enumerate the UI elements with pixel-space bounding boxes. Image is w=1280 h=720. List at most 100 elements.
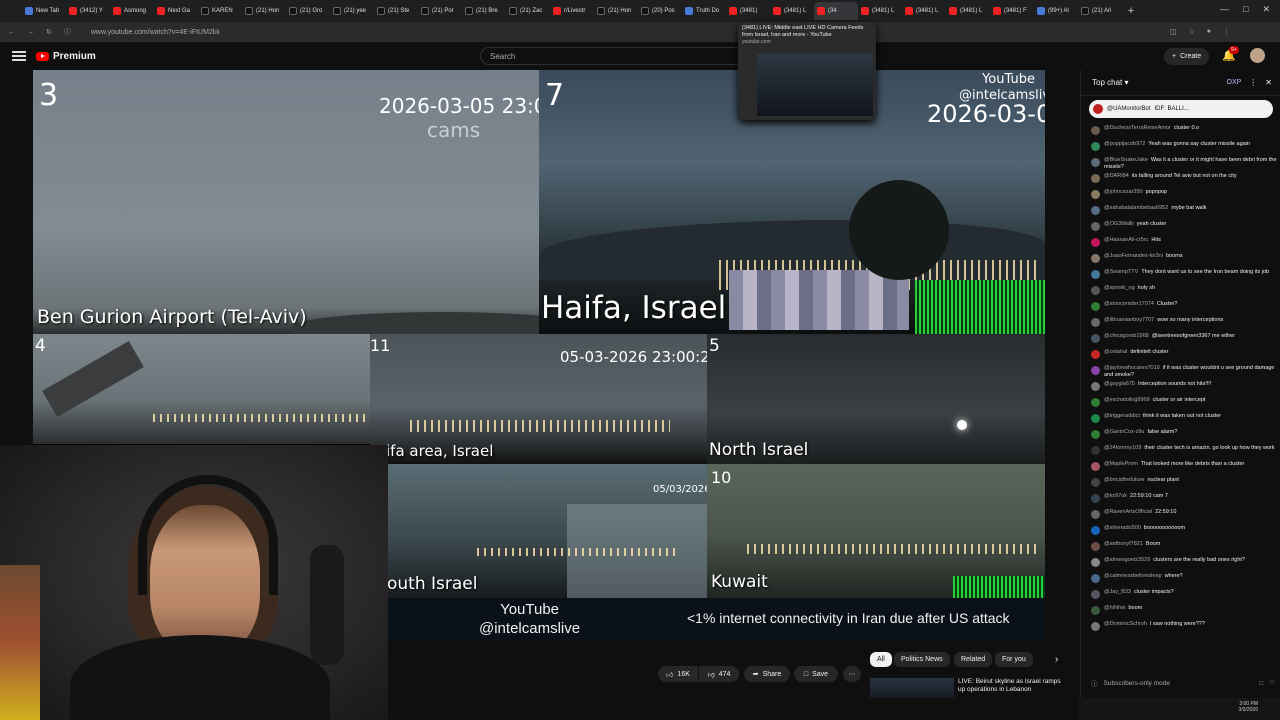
chat-author[interactable]: @calmnessbeforesleep [1104,573,1162,579]
browser-menu-icon[interactable]: ⋮ [1223,28,1230,36]
chat-author[interactable]: @GavinCox-z9u [1104,429,1144,435]
extensions-icon[interactable]: ◫ [1170,28,1177,36]
chat-message[interactable]: @DuchessTerraReiseAmor cluster 0.o [1091,125,1277,141]
close-window-icon[interactable]: ✕ [1262,4,1270,15]
chips-next-icon[interactable]: › [1055,654,1058,665]
chat-message[interactable]: @sahabatalambebas6952 mybe bat walk [1091,205,1277,221]
browser-tab[interactable]: Asmong [110,2,154,20]
top-chat-dropdown[interactable]: Top chat ▾ [1092,78,1129,87]
chat-message[interactable]: @GavinCox-z9u false alarm? [1091,429,1277,445]
chip-all[interactable]: All [870,652,892,667]
chat-message[interactable]: @silverado500 booooooooooom [1091,525,1277,541]
chat-message[interactable]: @triggeraddict think it was taken out not… [1091,413,1277,429]
chat-author[interactable]: @SwampTTV [1104,269,1138,275]
chat-author[interactable]: @eschatollog9968 [1104,397,1150,403]
chat-message[interactable]: @BlueSnakeJake Was it a cluster or it mig… [1091,157,1277,173]
chat-avatar[interactable] [1091,302,1100,311]
related-title[interactable]: LIVE: Beirut skyline as Israel ramps up … [958,678,1063,694]
browser-tab[interactable]: (21) Bre [462,2,506,20]
chat-message[interactable]: @calmnessbeforesleep where? [1091,573,1277,589]
close-chat-icon[interactable]: ✕ [1265,78,1272,87]
chat-avatar[interactable] [1091,174,1100,183]
chat-author[interactable]: @lithuanianboy7707 [1104,317,1154,323]
chat-author[interactable]: @guygla675 [1104,381,1135,387]
chat-author[interactable]: @hihihei [1104,605,1125,611]
chat-author[interactable]: @BlueSnakeJake [1104,157,1148,163]
browser-tab[interactable]: (3481) L [770,2,814,20]
chat-avatar[interactable] [1091,270,1100,279]
channel-points[interactable]: OXP [1227,79,1242,86]
chat-message[interactable]: @cetahal definitelt cluster [1091,349,1277,365]
chip-politics-news[interactable]: Politics News [894,652,950,667]
chat-author[interactable]: @Jay_B33 [1104,589,1131,595]
reload-icon[interactable]: ↻ [46,28,52,36]
chat-message[interactable]: @hihihei boom [1091,605,1277,621]
bookmark-icon[interactable]: ☆ [1188,28,1194,36]
chat-avatar[interactable] [1091,542,1100,551]
chat-avatar[interactable] [1091,206,1100,215]
chat-message[interactable]: @anthonyf7821 Boom [1091,541,1277,557]
share-button[interactable]: ➦ Share [744,666,790,682]
chat-avatar[interactable] [1091,446,1100,455]
chat-message[interactable]: @johncezar350 popopop [1091,189,1277,205]
chat-avatar[interactable] [1091,526,1100,535]
browser-tab[interactable]: New Tab [22,2,66,20]
chat-author[interactable]: @DuchessTerraReiseAmor [1104,125,1171,131]
chat-author[interactable]: @JoaoFernandes-kn3rv [1104,253,1163,259]
chat-avatar[interactable] [1091,622,1100,631]
chat-avatar[interactable] [1091,142,1100,151]
url-field[interactable]: www.youtube.com/watch?v=4E-iFtUM2kk [91,29,220,36]
browser-tab[interactable]: Truth Do [682,2,726,20]
chat-message[interactable]: @eschatollog9968 cluster or air intercept [1091,397,1277,413]
forward-icon[interactable]: → [27,29,34,36]
browser-tab[interactable]: (34 [814,2,858,20]
chat-author[interactable]: @MapleProm [1104,461,1138,467]
related-video[interactable]: LIVE: Beirut skyline as Israel ramps up … [870,678,1070,698]
chat-author[interactable]: @anthonyf7821 [1104,541,1143,547]
site-info-icon[interactable]: ⓘ [64,27,71,37]
chat-avatar[interactable] [1091,558,1100,567]
chat-input[interactable]: Subscribers-only mode [1104,680,1170,687]
youtube-logo[interactable]: Premium [36,51,96,62]
emoji-icon[interactable]: □ [1259,680,1263,687]
chat-message[interactable]: @Jay_B33 cluster impacts? [1091,589,1277,605]
chat-author[interactable]: @triggeraddict [1104,413,1140,419]
profile-icon[interactable]: ● [1207,28,1211,36]
like-button[interactable]: 👍︎ 16K [658,666,698,682]
browser-tab[interactable]: (21) Gro [286,2,330,20]
chat-message[interactable]: @poppijacob972 Yeah was gonna say cluster… [1091,141,1277,157]
hamburger-menu-icon[interactable] [12,51,26,61]
pinned-message[interactable]: @UAMonitorBot IDF: BALLI... [1089,100,1273,118]
account-avatar[interactable] [1250,48,1265,63]
chat-author[interactable]: @chicagorob1968 [1104,333,1149,339]
info-icon[interactable]: ⓘ [1091,678,1098,688]
maximize-icon[interactable]: □ [1243,4,1248,15]
chat-message[interactable]: @jaylonwhocares7019 if it was cluster wou… [1091,365,1277,381]
browser-tab[interactable]: (3481) L [902,2,946,20]
browser-tab[interactable]: (21) Zac [506,2,550,20]
chat-message[interactable]: @lithuanianboy7707 wow so many intercepti… [1091,317,1277,333]
chat-avatar[interactable] [1091,318,1100,327]
chat-author[interactable]: @OG3Mallii [1104,221,1134,227]
browser-tab[interactable]: KAREN [198,2,242,20]
chat-message[interactable]: @MapleProm That looked more like debris t… [1091,461,1277,477]
chat-menu-icon[interactable]: ⋮ [1249,78,1257,87]
browser-tab[interactable]: (21) Hon [242,2,286,20]
browser-tab[interactable]: (21) Hon [594,2,638,20]
chat-avatar[interactable] [1091,510,1100,519]
chat-avatar[interactable] [1091,430,1100,439]
chat-avatar[interactable] [1091,350,1100,359]
chat-author[interactable]: @almeegoetz3529 [1104,557,1150,563]
browser-tab[interactable]: (3481) [726,2,770,20]
chat-author[interactable]: @cetahal [1104,349,1127,355]
browser-tab[interactable]: (20) Pos [638,2,682,20]
chat-message[interactable]: @DARI84 its falling around Tel aviv but n… [1091,173,1277,189]
chat-avatar[interactable] [1091,590,1100,599]
chat-message[interactable]: @SwampTTV They dont want us to see the Ir… [1091,269,1277,285]
browser-tab[interactable]: (21) Ste [374,2,418,20]
chat-message[interactable]: @guygla675 Interception sounds not hits!!… [1091,381,1277,397]
chat-message[interactable]: @stoorzender17074 Cluster? [1091,301,1277,317]
chip-for-you[interactable]: For you [995,652,1033,667]
chat-author[interactable]: @sahabatalambebas6952 [1104,205,1168,211]
chat-message[interactable]: @spooki_og holy sh [1091,285,1277,301]
